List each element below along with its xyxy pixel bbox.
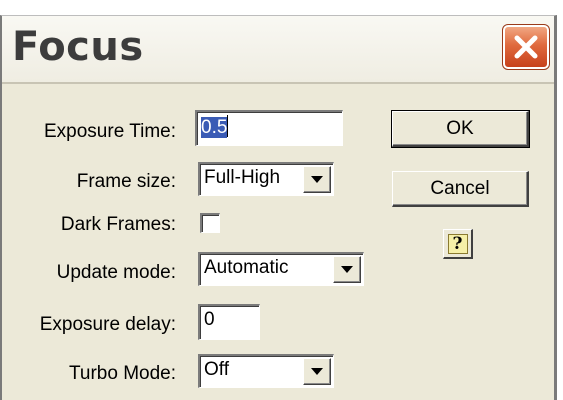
exposure-time-input[interactable]: 0.5	[195, 110, 343, 146]
update-mode-value: Automatic	[204, 257, 289, 278]
frame-size-dropdown[interactable]: Full-High	[198, 162, 334, 196]
title-bar[interactable]: Focus	[2, 16, 554, 84]
close-button[interactable]	[502, 24, 550, 70]
help-icon: ?	[447, 233, 468, 254]
close-icon	[514, 35, 538, 59]
turbo-mode-dropdown[interactable]: Off	[198, 354, 334, 388]
window-title: Focus	[12, 24, 144, 70]
exposure-time-label: Exposure Time:	[44, 121, 176, 142]
exposure-delay-input[interactable]: 0	[198, 304, 260, 340]
chevron-down-icon[interactable]	[303, 166, 331, 193]
text-caret	[227, 115, 229, 137]
turbo-mode-label: Turbo Mode:	[68, 363, 176, 384]
chevron-down-icon[interactable]	[333, 256, 361, 283]
frame-size-value: Full-High	[204, 167, 281, 188]
dark-frames-checkbox[interactable]	[200, 213, 220, 233]
dialog-body: Exposure Time: 0.5 Frame size: Full-High…	[2, 84, 554, 400]
cancel-button[interactable]: Cancel	[392, 171, 529, 207]
ok-button[interactable]: OK	[391, 110, 530, 148]
help-button[interactable]: ?	[443, 229, 473, 259]
chevron-down-icon[interactable]	[303, 358, 331, 385]
exposure-delay-value: 0	[204, 309, 215, 330]
turbo-mode-value: Off	[204, 359, 229, 380]
update-mode-label: Update mode:	[56, 262, 176, 283]
exposure-delay-label: Exposure delay:	[39, 314, 176, 335]
focus-dialog: Focus Exposure Time: 0.5 Frame size: Ful…	[0, 15, 557, 400]
dark-frames-label: Dark Frames:	[60, 214, 176, 235]
exposure-time-value: 0.5	[201, 117, 228, 138]
update-mode-dropdown[interactable]: Automatic	[198, 252, 364, 286]
frame-size-label: Frame size:	[76, 171, 176, 192]
